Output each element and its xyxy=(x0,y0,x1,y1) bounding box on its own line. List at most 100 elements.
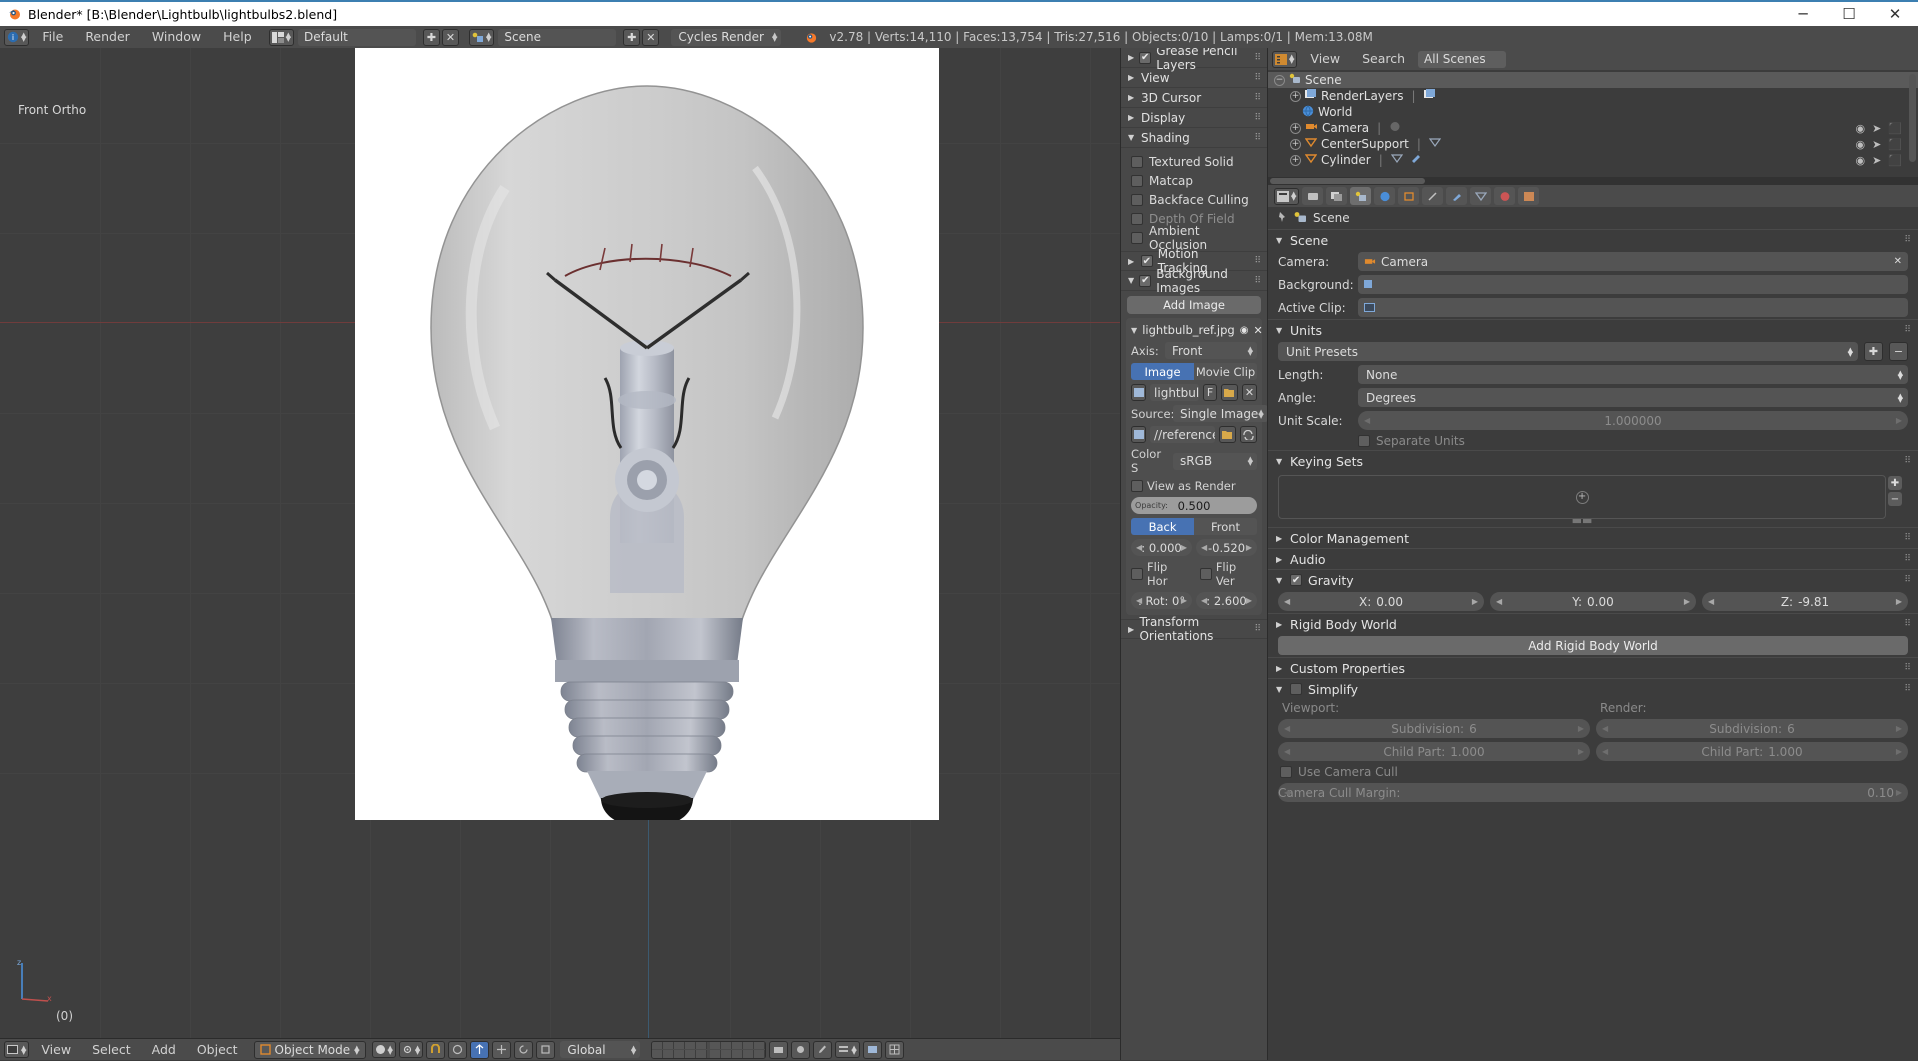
gravity-checkbox[interactable]: ✔ xyxy=(1290,574,1303,586)
length-dropdown[interactable]: None ▲ ▼ xyxy=(1358,365,1908,384)
pin-icon[interactable] xyxy=(1276,211,1288,226)
add-rigid-body-world-button[interactable]: Add Rigid Body World xyxy=(1278,636,1908,655)
source-type-tabs[interactable]: Image Movie Clip xyxy=(1131,363,1258,380)
gravity-z-field[interactable]: ◀ Z: -9.81 ▶ xyxy=(1702,592,1908,611)
restrict-render-icon[interactable]: ⬛ xyxy=(1888,138,1902,151)
grease-pencil-button[interactable] xyxy=(813,1040,833,1059)
outliner-scrollbar[interactable] xyxy=(1909,74,1916,162)
editor-type-selector-outliner[interactable]: ▲ ▼ xyxy=(1272,50,1298,68)
manipulator-scale-button[interactable] xyxy=(536,1040,556,1059)
section-keying-sets[interactable]: ▼ Keying Sets ⠿ xyxy=(1268,450,1918,471)
background-image-header[interactable]: ▼ lightbulb_ref.jpg ◉ ✕ xyxy=(1131,322,1263,338)
3d-viewport[interactable]: Front Ortho (0) z x xyxy=(0,48,1121,1038)
outliner-row-renderlayers[interactable]: + RenderLayers | xyxy=(1268,88,1918,104)
screen-layout-field[interactable]: Default xyxy=(298,28,417,46)
menu-help[interactable]: Help xyxy=(214,26,261,48)
separate-units-checkbox[interactable] xyxy=(1358,435,1371,447)
expand-icon[interactable]: + xyxy=(1290,90,1302,102)
section-rigid-body-world[interactable]: ▶ Rigid Body World ⠿ xyxy=(1268,613,1918,634)
unlink-image-button[interactable]: ✕ xyxy=(1242,384,1258,401)
restrict-render-icon[interactable]: ⬛ xyxy=(1888,154,1902,167)
outliner-menu-search[interactable]: Search xyxy=(1353,48,1414,70)
viewport-menu-select[interactable]: Select xyxy=(83,1039,140,1061)
restrict-view-icon[interactable]: ◉ xyxy=(1855,122,1865,135)
image-datablock-name[interactable]: lightbulb_r xyxy=(1150,384,1200,401)
outliner-row-camera[interactable]: + Camera | ◉ ➤ ⬛ xyxy=(1268,120,1918,136)
shading-ambient-occlusion[interactable]: Ambient Occlusion xyxy=(1121,224,1267,252)
outliner-tree[interactable]: − Scene + RenderLayers | World + Camera … xyxy=(1268,70,1918,177)
new-screen-button[interactable]: ✚ xyxy=(423,28,441,46)
new-scene-button[interactable]: ✚ xyxy=(623,28,641,46)
tab-world[interactable] xyxy=(1374,187,1396,205)
menu-render[interactable]: Render xyxy=(76,26,139,48)
section-custom-properties[interactable]: ▶ Custom Properties ⠿ xyxy=(1268,657,1918,678)
shading-matcap[interactable]: Matcap xyxy=(1121,171,1267,190)
textured-solid-checkbox[interactable] xyxy=(1131,155,1144,168)
viewport-shading-dropdown[interactable]: ▲ ▼ xyxy=(371,1041,396,1058)
render-preview-button[interactable] xyxy=(791,1040,811,1059)
restrict-select-icon[interactable]: ➤ xyxy=(1872,154,1881,167)
texture-paint-button[interactable] xyxy=(862,1040,882,1059)
manipulator-toggle[interactable] xyxy=(470,1040,490,1059)
add-image-button[interactable]: Add Image xyxy=(1127,296,1262,314)
tab-data[interactable] xyxy=(1470,187,1492,205)
tab-render[interactable] xyxy=(1302,187,1324,205)
outliner-row-centersupport[interactable]: + CenterSupport | ◉ ➤ ⬛ xyxy=(1268,136,1918,152)
image-browse-icon[interactable] xyxy=(1131,384,1147,401)
grease-pencil-checkbox[interactable]: ✔ xyxy=(1139,51,1152,64)
keying-sets-list[interactable]: + ✚ − xyxy=(1278,475,1902,519)
colorspace-dropdown[interactable]: sRGB ▲ ▼ xyxy=(1173,452,1258,470)
offset-y-field[interactable]: ◀ -0.520 ▶ xyxy=(1196,539,1258,556)
viewport-menu-view[interactable]: View xyxy=(32,1039,80,1061)
npanel-3d-cursor[interactable]: ▶ 3D Cursor ⠿ xyxy=(1121,88,1268,108)
open-image-button[interactable] xyxy=(1221,384,1239,401)
snap-magnet-toggle[interactable] xyxy=(426,1040,446,1059)
tab-material[interactable] xyxy=(1494,187,1516,205)
pivot-point-dropdown[interactable]: ▲ ▼ xyxy=(398,1041,424,1058)
ambient-occlusion-checkbox[interactable] xyxy=(1131,231,1144,244)
expand-icon[interactable]: + xyxy=(1290,122,1302,134)
minimize-button[interactable]: ─ xyxy=(1780,2,1826,26)
bone-options-dropdown[interactable]: ▲ ▼ xyxy=(835,1041,860,1058)
scene-background-field[interactable] xyxy=(1358,275,1908,294)
rotation-field[interactable]: ◀ : Rot: 0° ▶ xyxy=(1131,592,1193,609)
shading-backface-culling[interactable]: Backface Culling xyxy=(1121,190,1267,209)
screen-layout-icon[interactable]: ▲ ▼ xyxy=(268,28,295,46)
menu-file[interactable]: File xyxy=(33,26,72,48)
outliner-display-mode[interactable]: All Scenes xyxy=(1418,50,1507,68)
editor-type-selector[interactable]: i ▲ ▼ xyxy=(4,28,30,46)
gravity-x-field[interactable]: ◀ X: 0.00 ▶ xyxy=(1278,592,1485,611)
tab-object[interactable] xyxy=(1398,187,1420,205)
matcap-checkbox[interactable] xyxy=(1131,174,1144,187)
tab-movie-clip[interactable]: Movie Clip xyxy=(1194,363,1258,380)
scene-name-field[interactable]: Scene xyxy=(498,28,617,46)
close-button[interactable]: ✕ xyxy=(1872,2,1918,26)
gravity-y-field[interactable]: ◀ Y: 0.00 ▶ xyxy=(1490,592,1696,611)
outliner-row-cylinder[interactable]: + Cylinder | ◉ ➤ ⬛ xyxy=(1268,152,1918,168)
outliner-horizontal-scrollbar[interactable] xyxy=(1268,177,1918,185)
restrict-view-icon[interactable]: ◉ xyxy=(1855,138,1865,151)
render-engine-dropdown[interactable]: Cycles Render ▲ ▼ xyxy=(671,28,782,46)
viewport-menu-object[interactable]: Object xyxy=(188,1039,247,1061)
section-audio[interactable]: ▶ Audio ⠿ xyxy=(1268,548,1918,569)
section-scene[interactable]: ▼ Scene ⠿ xyxy=(1268,229,1918,250)
remove-preset-button[interactable]: − xyxy=(1889,342,1908,361)
npanel-shading[interactable]: ▼ Shading ⠿ xyxy=(1121,128,1268,148)
background-images-checkbox[interactable]: ✔ xyxy=(1139,274,1152,287)
scene-active-clip-field[interactable] xyxy=(1358,298,1908,317)
tab-texture[interactable] xyxy=(1518,187,1540,205)
editor-type-selector-viewport[interactable]: ▲ ▼ xyxy=(4,1041,30,1058)
add-keying-set-button[interactable]: ✚ xyxy=(1888,476,1902,490)
simplify-checkbox[interactable] xyxy=(1290,683,1303,695)
section-simplify[interactable]: ▼ Simplify ⠿ xyxy=(1268,678,1918,699)
restrict-render-icon[interactable]: ⬛ xyxy=(1888,122,1902,135)
backface-culling-checkbox[interactable] xyxy=(1131,193,1144,206)
view-as-render-row[interactable]: View as Render xyxy=(1131,479,1257,493)
angle-dropdown[interactable]: Degrees ▲ ▼ xyxy=(1358,388,1908,407)
tab-constraints[interactable] xyxy=(1422,187,1444,205)
collapse-icon[interactable]: − xyxy=(1274,74,1286,86)
outliner-menu-view[interactable]: View xyxy=(1301,48,1349,70)
maximize-button[interactable]: ☐ xyxy=(1826,2,1872,26)
scene-browse-icon[interactable]: ▲ ▼ xyxy=(469,28,495,46)
size-field[interactable]: ◀ : 2.600 ▶ xyxy=(1196,592,1258,609)
